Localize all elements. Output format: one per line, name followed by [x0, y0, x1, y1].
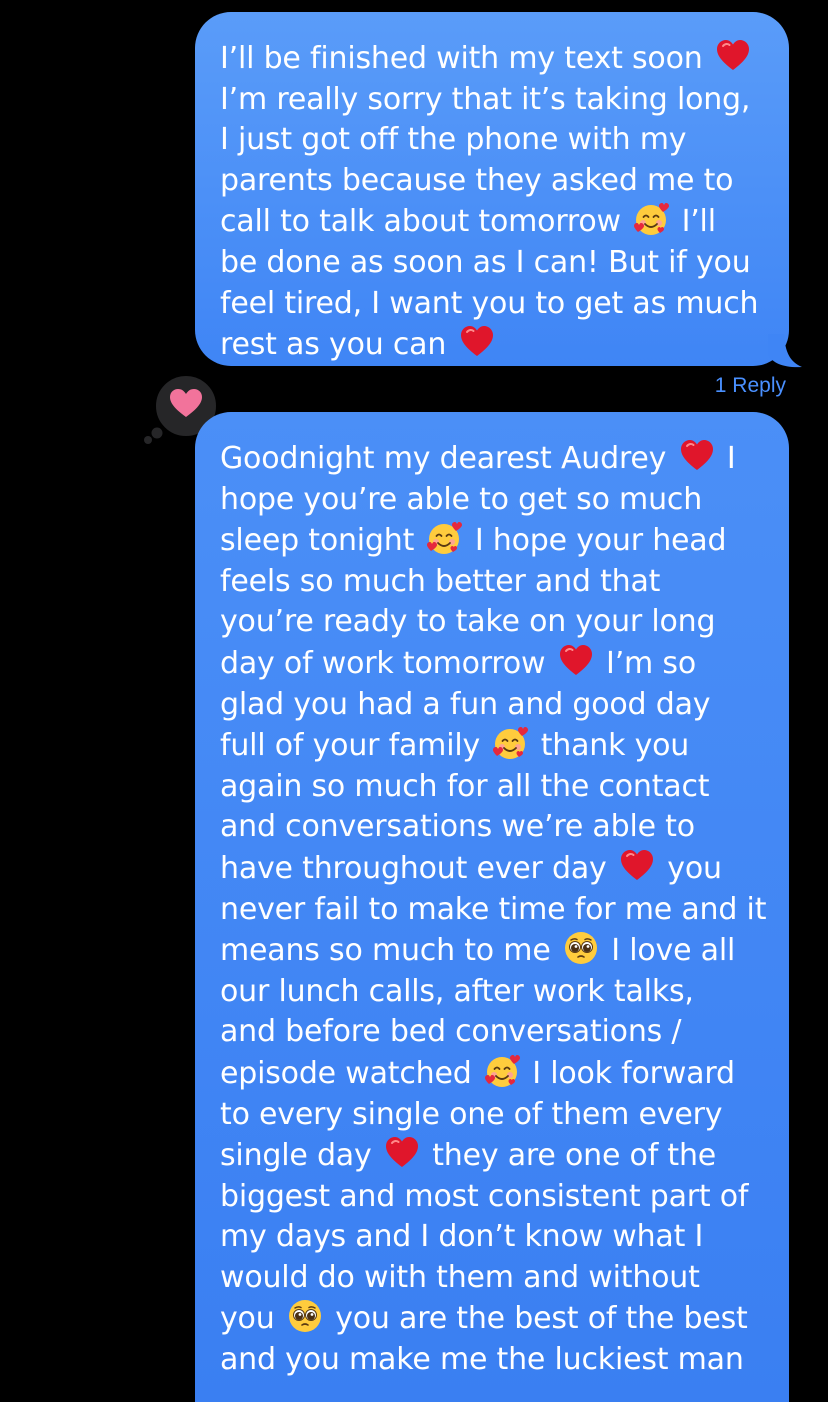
message-line: single day they are one of the — [220, 1135, 763, 1177]
pleading-face-icon — [563, 930, 599, 966]
message-line: you’re ready to take on your long — [220, 602, 763, 643]
message-line: and before bed conversations / — [220, 1012, 763, 1053]
heart-icon — [459, 324, 495, 360]
message-line: parents because they asked me to — [220, 161, 763, 202]
message-line: means so much to me I love all — [220, 930, 763, 972]
pleading-face-icon — [287, 1298, 323, 1334]
message-text: episode watched — [220, 1055, 481, 1091]
message-text: day of work tomorrow — [220, 645, 555, 681]
message-text: biggest and most consistent part of — [220, 1178, 749, 1214]
message-text: our lunch calls, after work talks, — [220, 973, 694, 1009]
message-line: Goodnight my dearest Audrey I — [220, 438, 763, 480]
message-line: our lunch calls, after work talks, — [220, 972, 763, 1013]
message-text: never fail to make time for me and it — [220, 891, 767, 927]
message-line: episode watched I look forward — [220, 1053, 763, 1095]
message-text: Goodnight my dearest Audrey — [220, 441, 676, 476]
message-line: my days and I don’t know what I — [220, 1217, 763, 1258]
message-text: you — [657, 850, 722, 886]
message-text: to every single one of them every — [220, 1096, 723, 1132]
message-line: you you are the best of the best — [220, 1298, 763, 1340]
message-line: glad you had a fun and good day — [220, 685, 763, 726]
message-text: hope you’re able to get so much — [220, 481, 703, 517]
message-text: I — [717, 441, 736, 476]
message-bubble-1[interactable]: I’ll be finished with my text soon I’m r… — [195, 12, 789, 366]
message-text: and before bed conversations / — [220, 1014, 682, 1050]
message-bubble-2[interactable]: Goodnight my dearest Audrey Ihope you’re… — [195, 412, 789, 1402]
message-text: I’ll be finished with my text soon — [220, 41, 712, 76]
message-text: you’re ready to take on your long — [220, 604, 716, 640]
message-text: have throughout ever day — [220, 850, 616, 886]
message-text: again so much for all the contact — [220, 768, 710, 804]
message-text: I look forward — [522, 1055, 735, 1091]
message-line: I just got off the phone with my — [220, 120, 763, 161]
heart-icon — [558, 643, 594, 679]
message-text: feels so much better and that — [220, 563, 661, 599]
message-text: you — [220, 1301, 284, 1337]
message-line: never fail to make time for me and it — [220, 890, 767, 931]
message-line: to every single one of them every — [220, 1095, 763, 1136]
message-text: I hope your head — [465, 523, 727, 559]
message-text: means so much to me — [220, 933, 560, 969]
reply-count-link[interactable]: 1 Reply — [715, 374, 786, 398]
smiling-face-with-hearts-icon — [633, 201, 669, 237]
smiling-face-with-hearts-icon — [484, 1053, 520, 1089]
message-text: they are one of the — [422, 1138, 717, 1174]
bubble-tail — [768, 334, 802, 368]
message-text: I love all — [601, 933, 736, 969]
message-line: would do with them and without — [220, 1258, 763, 1299]
message-line: I’m really sorry that it’s taking long, — [220, 80, 763, 121]
message-text: glad you had a fun and good day — [220, 686, 711, 722]
message-text: my days and I don’t know what I — [220, 1219, 704, 1255]
message-text: I’ll — [672, 204, 716, 240]
message-line: I’ll be finished with my text soon — [220, 38, 763, 80]
message-text: thank you — [531, 728, 690, 764]
message-line: full of your family thank you — [220, 725, 763, 767]
message-line: day of work tomorrow I’m so — [220, 643, 763, 685]
message-text: would do with them and without — [220, 1259, 700, 1295]
heart-icon — [715, 38, 751, 74]
message-text: you are the best of the best — [325, 1301, 748, 1337]
message-line: feels so much better and that — [220, 562, 763, 603]
message-line: call to talk about tomorrow I’ll — [220, 201, 763, 243]
heart-icon — [679, 438, 715, 474]
smiling-face-with-hearts-icon — [492, 725, 528, 761]
message-text: I’m really sorry that it’s taking long, — [220, 81, 751, 117]
message-line: and you make me the luckiest man — [220, 1340, 763, 1381]
message-text: feel tired, I want you to get as much — [220, 285, 759, 321]
heart-icon — [384, 1135, 420, 1171]
message-line: have throughout ever day you — [220, 848, 763, 890]
message-line: be done as soon as I can! But if you — [220, 243, 763, 284]
message-text: I just got off the phone with my — [220, 122, 687, 158]
heart-icon — [619, 848, 655, 884]
message-line: and conversations we’re able to — [220, 807, 763, 848]
message-line: biggest and most consistent part of — [220, 1177, 763, 1218]
message-line: again so much for all the contact — [220, 767, 763, 808]
message-text: full of your family — [220, 728, 490, 764]
message-line: feel tired, I want you to get as much — [220, 284, 763, 325]
message-text: and you make me the luckiest man — [220, 1342, 744, 1378]
message-text: parents because they asked me to — [220, 162, 734, 198]
message-text: call to talk about tomorrow — [220, 204, 631, 240]
message-line: sleep tonight I hope your head — [220, 520, 763, 562]
message-text: single day — [220, 1138, 381, 1174]
message-line: hope you’re able to get so much — [220, 480, 763, 521]
message-text: I’m so — [596, 645, 696, 681]
message-text: and conversations we’re able to — [220, 809, 695, 845]
message-thread: I’ll be finished with my text soon I’m r… — [0, 0, 828, 1402]
smiling-face-with-hearts-icon — [426, 520, 462, 556]
message-text: be done as soon as I can! But if you — [220, 244, 751, 280]
message-text: rest as you can — [220, 327, 456, 363]
message-text: sleep tonight — [220, 523, 424, 559]
message-line: rest as you can — [220, 324, 763, 366]
